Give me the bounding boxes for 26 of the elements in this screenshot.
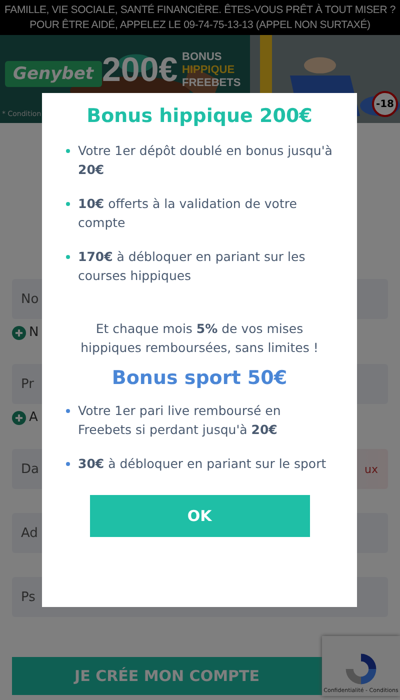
- error-text: ux: [364, 462, 378, 476]
- monthly-note: Et chaque mois 5% de vos mises hippiques remboursées, sans limites !: [80, 320, 320, 357]
- warning-text: POUR ÊTRE AIDÉ, APPELEZ LE 09-74-75-13-13 (APPEL NON SURTAXÉ): [30, 18, 370, 32]
- bonus-item: Votre 1er pari live remboursé en Freebets si perdant jusqu'à 20€: [78, 402, 282, 439]
- plus-icon[interactable]: [12, 410, 26, 424]
- brand-logo: Genybet: [5, 61, 102, 87]
- ok-button[interactable]: OK: [90, 495, 310, 537]
- bonus-item: 10€ offerts à la validation de votre compte: [78, 195, 298, 232]
- bonus-amount: 200€: [102, 51, 178, 90]
- warning-text: FAMILLE, VIE SOCIALE, SANTÉ FINANCIÈRE. ÊTES-VOUS PRÊT À TOUT MISER ?: [4, 2, 396, 18]
- bullet-icon: [66, 202, 70, 206]
- section-title: Bonus hippique 200€: [86, 105, 314, 127]
- bonus-label: BONUS: [182, 51, 223, 64]
- bonus-label: HIPPIQUE: [182, 64, 235, 77]
- add-link[interactable]: N: [29, 325, 39, 340]
- freebets-label: FREEBETS: [182, 77, 241, 89]
- section-title: Bonus sport 50€: [110, 367, 288, 389]
- bonus-item: 30€ à débloquer en pariant sur le sport: [78, 455, 326, 473]
- bonus-item: 170€ à débloquer en pariant sur les courses hippiques: [78, 248, 306, 285]
- plus-icon[interactable]: [12, 326, 26, 340]
- bullet-icon: [66, 462, 70, 466]
- bonus-item: Votre 1er dépôt doublé en bonus jusqu'à 20€: [78, 142, 334, 179]
- bullet-icon: [66, 149, 70, 153]
- bullet-icon: [66, 409, 70, 413]
- add-link[interactable]: A: [29, 410, 38, 425]
- bullet-icon: [66, 255, 70, 259]
